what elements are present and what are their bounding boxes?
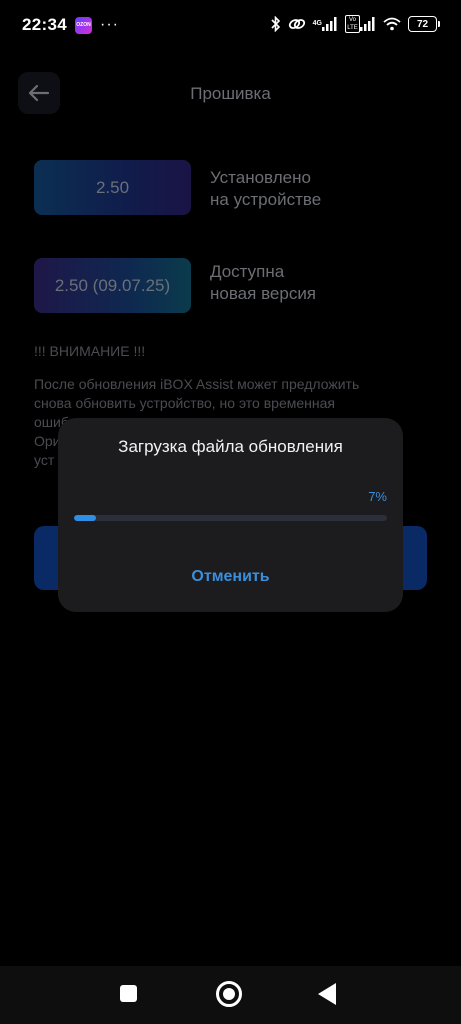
available-label-line2: новая версия: [210, 284, 317, 303]
signal-icon: Vo LTE: [345, 15, 376, 33]
download-dialog: Загрузка файла обновления 7% Отменить: [58, 418, 403, 612]
navigation-bar: [0, 966, 461, 1024]
installed-label-line1: Установлено: [210, 168, 311, 187]
page-title: Прошивка: [190, 84, 271, 103]
signal-icon: 4G: [313, 17, 338, 31]
warning-title: !!! ВНИМАНИЕ !!!: [34, 343, 146, 359]
installed-label-line2: на устройстве: [210, 190, 322, 209]
available-version-label: Доступна новая версия: [210, 261, 316, 305]
installed-version-label: Установлено на устройстве: [210, 167, 321, 211]
wifi-icon: [383, 17, 401, 31]
ozon-badge-text: OZON: [76, 22, 91, 28]
battery-icon: 72: [408, 16, 440, 32]
warning-line: После обновления iBOX Assist может предл…: [34, 376, 360, 392]
available-version-value: 2.50 (09.07.25): [54, 275, 171, 295]
volte-label: Vo LTE: [345, 15, 360, 33]
status-icons: 4G Vo LTE 72: [271, 15, 440, 33]
more-notifications-indicator: ···: [99, 16, 119, 33]
progress-bar-fill: [74, 515, 96, 521]
status-time: 22:34: [22, 15, 67, 34]
network-type-label: 4G: [312, 20, 322, 27]
dialog-title: Загрузка файла обновления: [118, 437, 343, 456]
progress-percent: 7%: [368, 489, 387, 504]
back-triangle-icon[interactable]: [318, 983, 336, 1005]
installed-version-card: 2.50: [34, 160, 191, 215]
cancel-button[interactable]: Отменить: [58, 568, 403, 586]
ozon-app-icon: OZON: [74, 16, 92, 34]
battery-level: 72: [416, 18, 429, 30]
recents-square-icon[interactable]: [120, 985, 137, 1002]
available-version-card: 2.50 (09.07.25): [34, 258, 191, 313]
installed-version-value: 2.50: [95, 177, 130, 197]
top-bar: Прошивка: [18, 72, 443, 114]
link-icon: [288, 17, 306, 31]
bluetooth-icon: [271, 16, 281, 32]
home-circle-icon[interactable]: [216, 981, 242, 1007]
available-label-line1: Доступна: [210, 262, 285, 281]
progress-bar: [74, 515, 387, 521]
warning-line: снова обновить устройство, но это времен…: [34, 395, 335, 411]
status-bar: 22:34 OZON ··· 4G Vo LTE 72: [0, 0, 461, 50]
